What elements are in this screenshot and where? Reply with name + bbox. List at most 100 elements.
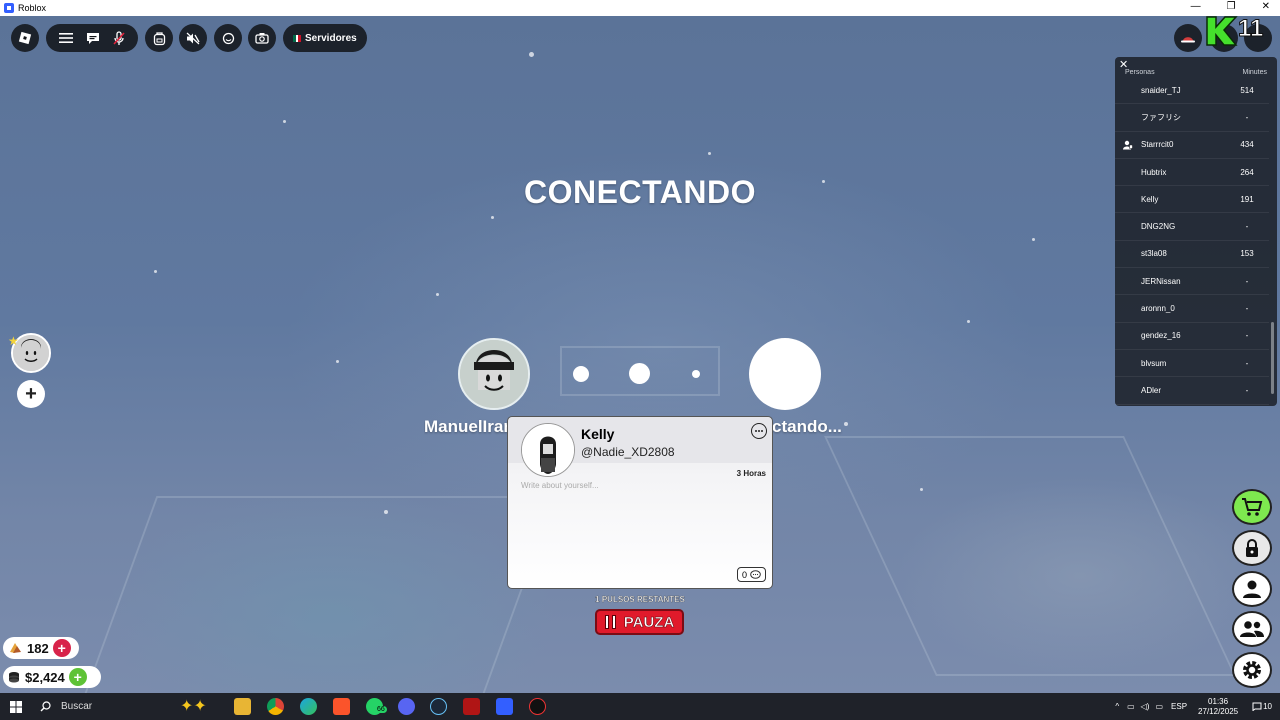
emote-face-icon [222, 32, 234, 44]
comment-bubble-icon [750, 569, 761, 579]
steam-icon[interactable] [430, 698, 447, 715]
player-name: aronnn_0 [1141, 304, 1175, 314]
leaderboard-row[interactable]: DNG2NG - [1115, 213, 1269, 241]
app-icon[interactable] [529, 698, 546, 715]
window-controls: — ❐ ✕ [1191, 0, 1270, 14]
notification-icon [1252, 702, 1262, 711]
network-icon[interactable]: ▭ [1127, 702, 1135, 711]
restore-icon[interactable]: ❐ [1227, 0, 1236, 14]
edge-icon[interactable] [300, 698, 317, 715]
friends-button[interactable] [1232, 611, 1272, 647]
more-options-icon[interactable] [751, 423, 767, 439]
player-name: DNG2NG [1141, 222, 1176, 232]
leaderboard-row[interactable]: gendez_16 - [1115, 323, 1269, 350]
pause-icon [604, 615, 616, 629]
lock-button[interactable] [1232, 530, 1272, 566]
cash-counter: $2,424 + [3, 666, 101, 688]
friend-icon [1115, 140, 1141, 150]
screenshot-button[interactable] [248, 24, 276, 52]
avatar-face-icon [460, 340, 528, 408]
player-minutes: - [1245, 331, 1249, 341]
shopping-cart-icon [1242, 498, 1263, 516]
shop-button[interactable] [1232, 489, 1272, 525]
file-explorer-icon[interactable] [234, 698, 251, 715]
k-level-badge: 11 [1204, 15, 1274, 47]
leaderboard-row[interactable]: snaider_TJ 514 [1115, 77, 1269, 105]
leaderboard-row[interactable]: st3la08 153 [1115, 241, 1269, 269]
profile-display-name: Kelly [581, 426, 615, 442]
leaderboard-row[interactable]: JERNissan - [1115, 268, 1269, 296]
leaderboard-row[interactable]: aronnn_0 - [1115, 295, 1269, 323]
copilot-sparkle-icon[interactable]: ✦✦ [180, 696, 207, 716]
snowflake [529, 52, 534, 57]
coin-stack-icon [9, 672, 19, 683]
camera-icon [255, 33, 269, 44]
player-minutes: - [1245, 276, 1249, 286]
player-leaderboard[interactable]: ✕ Personas Minutes snaider_TJ 514 ファフリシ - St… [1115, 57, 1277, 406]
add-cash-button[interactable]: + [68, 668, 87, 686]
player-name: gendez_16 [1141, 331, 1181, 341]
notification-count: 10 [1263, 702, 1272, 711]
player-name: st3la08 [1141, 249, 1167, 259]
player-minutes: - [1245, 358, 1249, 368]
leaderboard-row[interactable]: ファフリシ - [1115, 104, 1269, 132]
brave-icon[interactable] [333, 698, 350, 715]
player-minutes: 153 [1240, 249, 1254, 259]
roblox-logo-icon [18, 31, 32, 45]
leaderboard-row[interactable]: ADler - [1115, 377, 1269, 405]
window-titlebar: Roblox — ❐ ✕ [0, 0, 1280, 16]
backpack-button[interactable] [145, 24, 173, 52]
profile-avatar-image [522, 424, 574, 476]
roblox-menu-button[interactable] [11, 24, 39, 52]
roblox-taskbar-icon[interactable] [496, 698, 513, 715]
snowflake [967, 320, 970, 323]
column-header-minutes: Minutes [1242, 69, 1267, 76]
microphone-muted-icon[interactable] [113, 30, 125, 46]
windows-start-icon[interactable] [10, 701, 22, 713]
discord-icon[interactable] [398, 698, 415, 715]
hat-button[interactable] [1174, 24, 1202, 52]
chat-icon[interactable] [86, 32, 100, 45]
emotes-button[interactable] [214, 24, 242, 52]
pause-button[interactable]: PAUZA [595, 609, 684, 635]
profile-button[interactable] [1232, 571, 1272, 607]
player-minutes: - [1245, 385, 1249, 395]
servers-button[interactable]: Servidores [283, 24, 367, 52]
leaderboard-scrollbar[interactable] [1271, 322, 1274, 394]
player-minutes: - [1245, 112, 1249, 122]
clock-time: 01:36 [1208, 696, 1229, 706]
volume-icon[interactable]: ◁) [1141, 702, 1150, 711]
player-minutes: - [1245, 304, 1249, 314]
add-friend-button[interactable]: + [17, 380, 45, 408]
input-language[interactable]: ESP [1171, 702, 1187, 711]
profile-bio-placeholder[interactable]: Write about yourself... [521, 481, 599, 490]
player-avatar [458, 338, 530, 410]
profile-card[interactable]: Kelly @Nadie_XD2808 3 Horas Write about … [507, 416, 773, 589]
topbar-group [46, 24, 138, 52]
minimize-icon[interactable]: — [1191, 0, 1201, 14]
settings-button[interactable] [1232, 652, 1272, 688]
snowflake [1032, 238, 1035, 241]
player-name: ADler [1141, 385, 1162, 395]
hamburger-menu-icon[interactable] [58, 32, 73, 44]
k-logo-icon [1206, 16, 1238, 46]
taskbar-clock[interactable]: 01:36 27/12/2025 [1198, 697, 1238, 717]
player-name: Starrrcit0 [1141, 140, 1174, 150]
tray-chevron-icon[interactable]: ^ [1115, 702, 1119, 711]
leaderboard-row[interactable]: Starrrcit0 434 [1115, 132, 1269, 159]
chrome-icon[interactable] [267, 698, 284, 715]
close-icon[interactable]: ✕ [1262, 0, 1270, 14]
game-viewport[interactable] [0, 16, 1280, 693]
dota-icon[interactable] [463, 698, 480, 715]
add-tokens-button[interactable]: + [52, 639, 71, 657]
leaderboard-row[interactable]: blvsum - [1115, 350, 1269, 378]
player-name: snaider_TJ [1141, 85, 1181, 95]
notification-center[interactable]: 10 [1252, 702, 1272, 711]
star-icon: ★ [8, 334, 19, 348]
comments-button[interactable]: 0 [736, 567, 766, 582]
loading-dot [573, 366, 589, 382]
battery-icon[interactable]: ▭ [1155, 702, 1163, 711]
mute-audio-button[interactable] [179, 24, 207, 52]
profile-avatar [521, 423, 575, 477]
backpack-icon [153, 31, 165, 45]
